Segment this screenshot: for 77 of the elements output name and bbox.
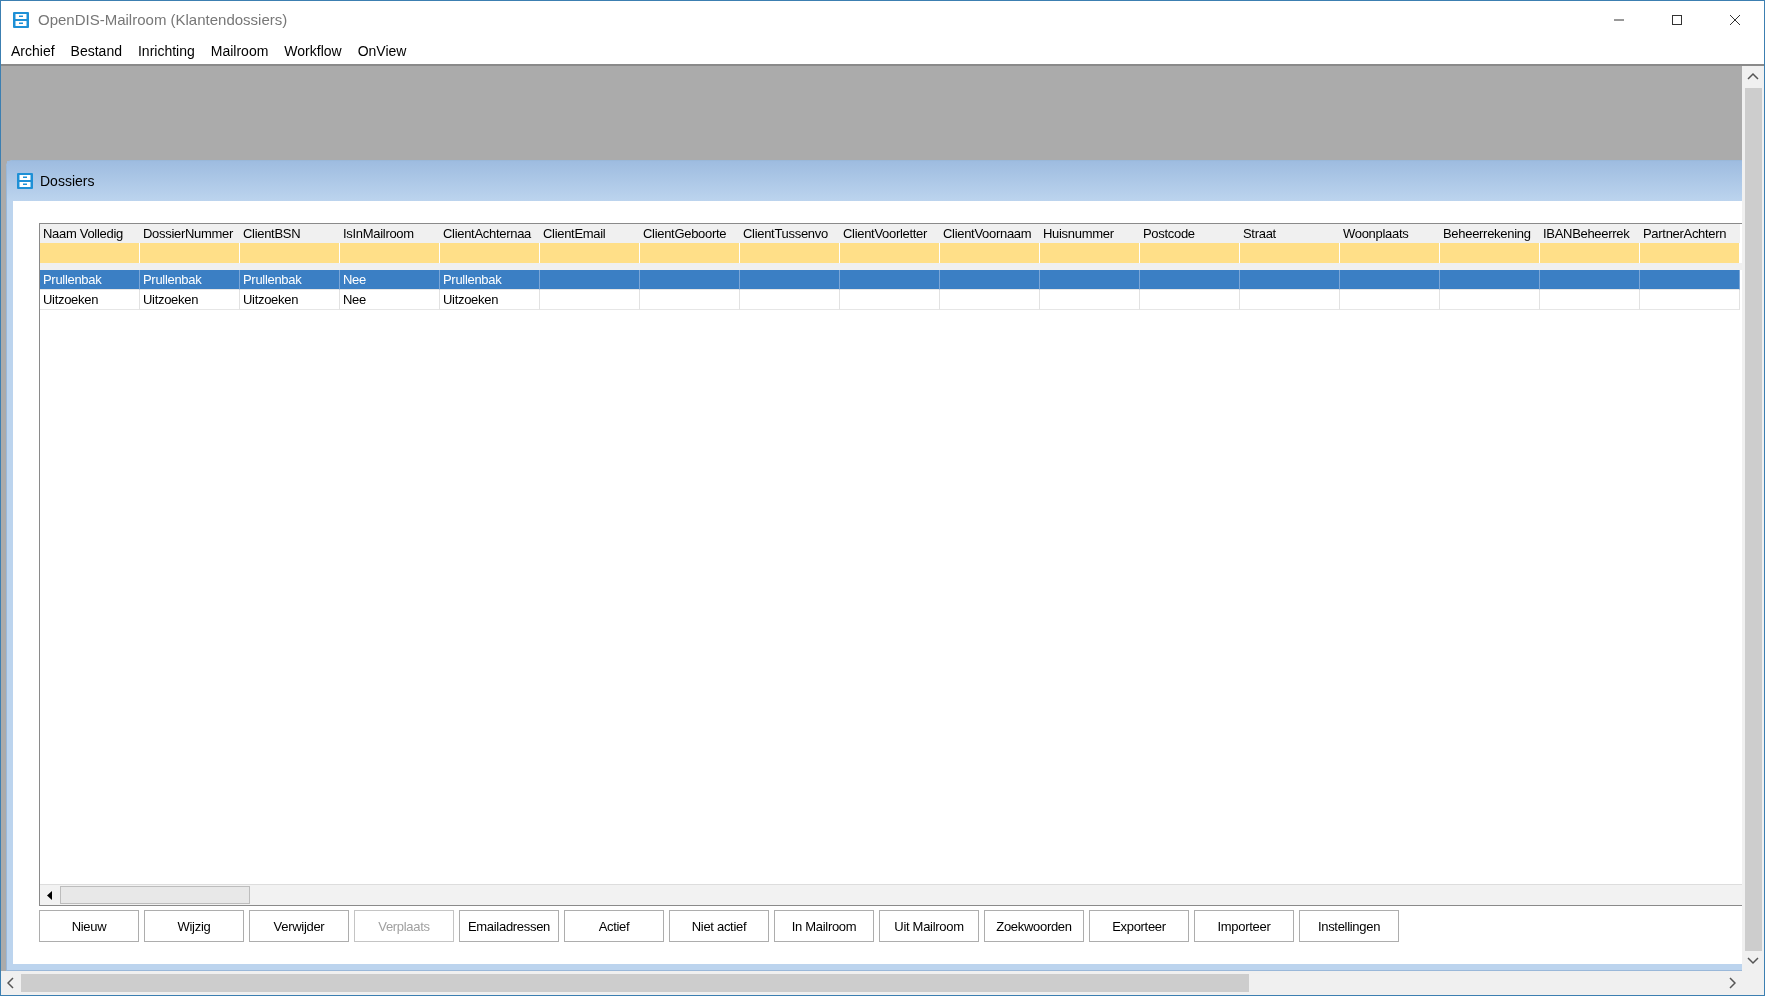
column-header[interactable]: DossierNummer — [140, 224, 240, 243]
left-arrow-icon[interactable] — [47, 890, 53, 900]
filter-cell[interactable] — [140, 243, 240, 263]
table-cell: Prullenbak — [40, 270, 140, 290]
column-header[interactable]: ClientAchternaa — [440, 224, 540, 243]
action-button[interactable]: Actief — [564, 910, 664, 942]
table-row[interactable]: Uitzoeken Uitzoeken Uitzoeken Nee Uitzoeken — [40, 290, 1742, 310]
column-header[interactable]: PartnerAchtern — [1640, 224, 1740, 243]
column-header[interactable]: ClientBSN — [240, 224, 340, 243]
action-button[interactable]: Instellingen — [1299, 910, 1399, 942]
action-button[interactable]: Exporteer — [1089, 910, 1189, 942]
action-button[interactable]: In Mailroom — [774, 910, 874, 942]
filter-cell[interactable] — [840, 243, 940, 263]
filter-cell[interactable] — [1540, 243, 1640, 263]
menu-item[interactable]: Mailroom — [202, 43, 277, 59]
menu-item[interactable]: Archief — [3, 43, 63, 59]
up-chevron-icon[interactable] — [1747, 72, 1759, 80]
filter-cell[interactable] — [340, 243, 440, 263]
action-button[interactable]: Nieuw — [39, 910, 139, 942]
action-button[interactable]: Niet actief — [669, 910, 769, 942]
filter-cell[interactable] — [640, 243, 740, 263]
column-header[interactable]: ClientTussenvo — [740, 224, 840, 243]
menu-item[interactable]: Workflow — [276, 43, 350, 59]
table-cell: Prullenbak — [140, 270, 240, 290]
column-header[interactable]: Beheerrekening — [1440, 224, 1540, 243]
right-chevron-icon[interactable] — [1728, 977, 1736, 989]
menu-item[interactable]: Inrichting — [129, 43, 203, 59]
column-header[interactable]: ClientVoorletter — [840, 224, 940, 243]
column-header[interactable]: Huisnummer — [1040, 224, 1140, 243]
filter-cell[interactable] — [1640, 243, 1740, 263]
horizontal-scrollbar[interactable] — [1, 971, 1742, 995]
table-row[interactable]: Prullenbak Prullenbak Prullenbak Nee Prullenbak — [40, 270, 1742, 290]
filter-cell[interactable] — [540, 243, 640, 263]
close-icon[interactable] — [1729, 13, 1741, 26]
action-button[interactable]: Importeer — [1194, 910, 1294, 942]
table-cell: Uitzoeken — [40, 290, 140, 310]
table-cell: Prullenbak — [440, 270, 540, 290]
menu-item[interactable]: OnView — [349, 43, 415, 59]
filter-cell[interactable] — [1340, 243, 1440, 263]
filter-cell[interactable] — [1140, 243, 1240, 263]
action-button[interactable]: Emailadressen — [459, 910, 559, 942]
filter-cell[interactable] — [740, 243, 840, 263]
filter-cell[interactable] — [940, 243, 1040, 263]
horizontal-scrollbar[interactable] — [40, 884, 1742, 905]
column-header[interactable]: Woonplaats — [1340, 224, 1440, 243]
filter-cell[interactable] — [240, 243, 340, 263]
table-cell: Uitzoeken — [440, 290, 540, 310]
child-window-title: Dossiers — [40, 173, 95, 189]
dossiers-icon — [16, 172, 34, 190]
column-header[interactable]: Postcode — [1140, 224, 1240, 243]
action-button[interactable]: Uit Mailroom — [879, 910, 979, 942]
app-icon — [12, 10, 30, 29]
filter-cell[interactable] — [1240, 243, 1340, 263]
filter-cell[interactable] — [1440, 243, 1540, 263]
table-cell: Uitzoeken — [140, 290, 240, 310]
down-chevron-icon[interactable] — [1747, 957, 1759, 965]
column-header[interactable]: ClientEmail — [540, 224, 640, 243]
column-header[interactable]: Straat — [1240, 224, 1340, 243]
action-button[interactable]: Wijzig — [144, 910, 244, 942]
column-header[interactable]: ClientVoornaam — [940, 224, 1040, 243]
window-title: OpenDIS-Mailroom (Klantendossiers) — [38, 11, 288, 28]
column-header[interactable]: ClientGeboorte — [640, 224, 740, 243]
column-header[interactable]: IBANBeheerrek — [1540, 224, 1640, 243]
column-header[interactable]: IsInMailroom — [340, 224, 440, 243]
table-cell: Prullenbak — [240, 270, 340, 290]
column-header[interactable]: Naam Volledig — [40, 224, 140, 243]
maximize-icon[interactable] — [1671, 13, 1683, 26]
filter-cell[interactable] — [440, 243, 540, 263]
left-chevron-icon[interactable] — [7, 977, 15, 989]
filter-cell[interactable] — [40, 243, 140, 263]
table-cell: Uitzoeken — [240, 290, 340, 310]
action-button[interactable]: Verwijder — [249, 910, 349, 942]
action-button[interactable]: Zoekwoorden — [984, 910, 1084, 942]
filter-cell[interactable] — [1040, 243, 1140, 263]
table-cell: Nee — [340, 290, 440, 310]
menu-item[interactable]: Bestand — [62, 43, 130, 59]
table-cell: Nee — [340, 270, 440, 290]
